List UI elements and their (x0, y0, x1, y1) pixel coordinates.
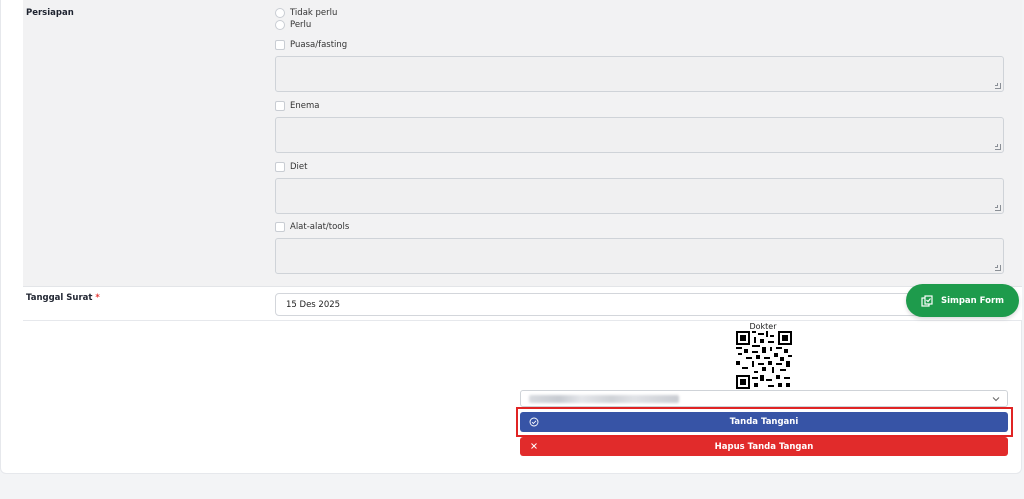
checkbox-label: Puasa/fasting (290, 40, 348, 50)
radio-label: Perlu (290, 20, 312, 30)
radio-button[interactable] (275, 20, 285, 30)
resize-handle-icon[interactable] (995, 205, 1001, 211)
close-icon (531, 443, 537, 449)
checkbox-label: Diet (290, 162, 308, 172)
enema-notes-textarea[interactable] (275, 117, 1004, 153)
required-mark: * (95, 293, 100, 303)
remove-signature-label: Hapus Tanda Tangan (714, 441, 814, 452)
resize-handle-icon[interactable] (995, 265, 1001, 271)
remove-signature-button[interactable]: Hapus Tanda Tangan (520, 437, 1008, 456)
checkbox-label: Alat-alat/tools (290, 222, 350, 232)
save-form-label: Simpan Form (940, 295, 1005, 306)
tools-notes-textarea[interactable] (275, 238, 1004, 274)
radio-button[interactable] (275, 8, 285, 18)
signer-role-label: Dokter (749, 322, 777, 331)
qr-code-icon (736, 331, 792, 389)
radio-label: Tidak perlu (290, 8, 338, 18)
doctor-select[interactable] (520, 390, 1008, 407)
save-form-button[interactable]: Simpan Form (906, 284, 1019, 317)
checkbox[interactable] (275, 101, 285, 111)
letter-date-label-text: Tanggal Surat (26, 293, 93, 303)
checkbox-fasting[interactable]: Puasa/fasting (275, 40, 347, 50)
checkbox[interactable] (275, 162, 285, 172)
chevron-down-icon (992, 397, 1000, 402)
sign-button[interactable]: Tanda Tangani (520, 412, 1008, 432)
resize-handle-icon[interactable] (995, 144, 1001, 150)
checkbox-tools[interactable]: Alat-alat/tools (275, 222, 349, 232)
radio-option-needed[interactable]: Perlu (275, 20, 311, 30)
fasting-notes-textarea[interactable] (275, 56, 1004, 92)
checkbox-diet[interactable]: Diet (275, 162, 307, 172)
form-card: Persiapan Tidak perlu Perlu Puasa/fastin… (0, 0, 1022, 474)
sign-button-label: Tanda Tangani (729, 417, 799, 427)
resize-handle-icon[interactable] (995, 83, 1001, 89)
checkbox[interactable] (275, 222, 285, 232)
diet-notes-textarea[interactable] (275, 178, 1004, 214)
doctor-select-value (529, 395, 679, 403)
save-file-icon (921, 294, 933, 307)
letter-date-input[interactable]: 15 Des 2025 (275, 293, 1004, 316)
letter-date-label: Tanggal Surat * (26, 293, 100, 303)
checkbox-enema[interactable]: Enema (275, 101, 319, 111)
preparation-label: Persiapan (26, 8, 74, 18)
radio-option-not-needed[interactable]: Tidak perlu (275, 8, 337, 18)
check-circle-icon (529, 417, 539, 427)
checkbox[interactable] (275, 40, 285, 50)
checkbox-label: Enema (290, 101, 320, 111)
